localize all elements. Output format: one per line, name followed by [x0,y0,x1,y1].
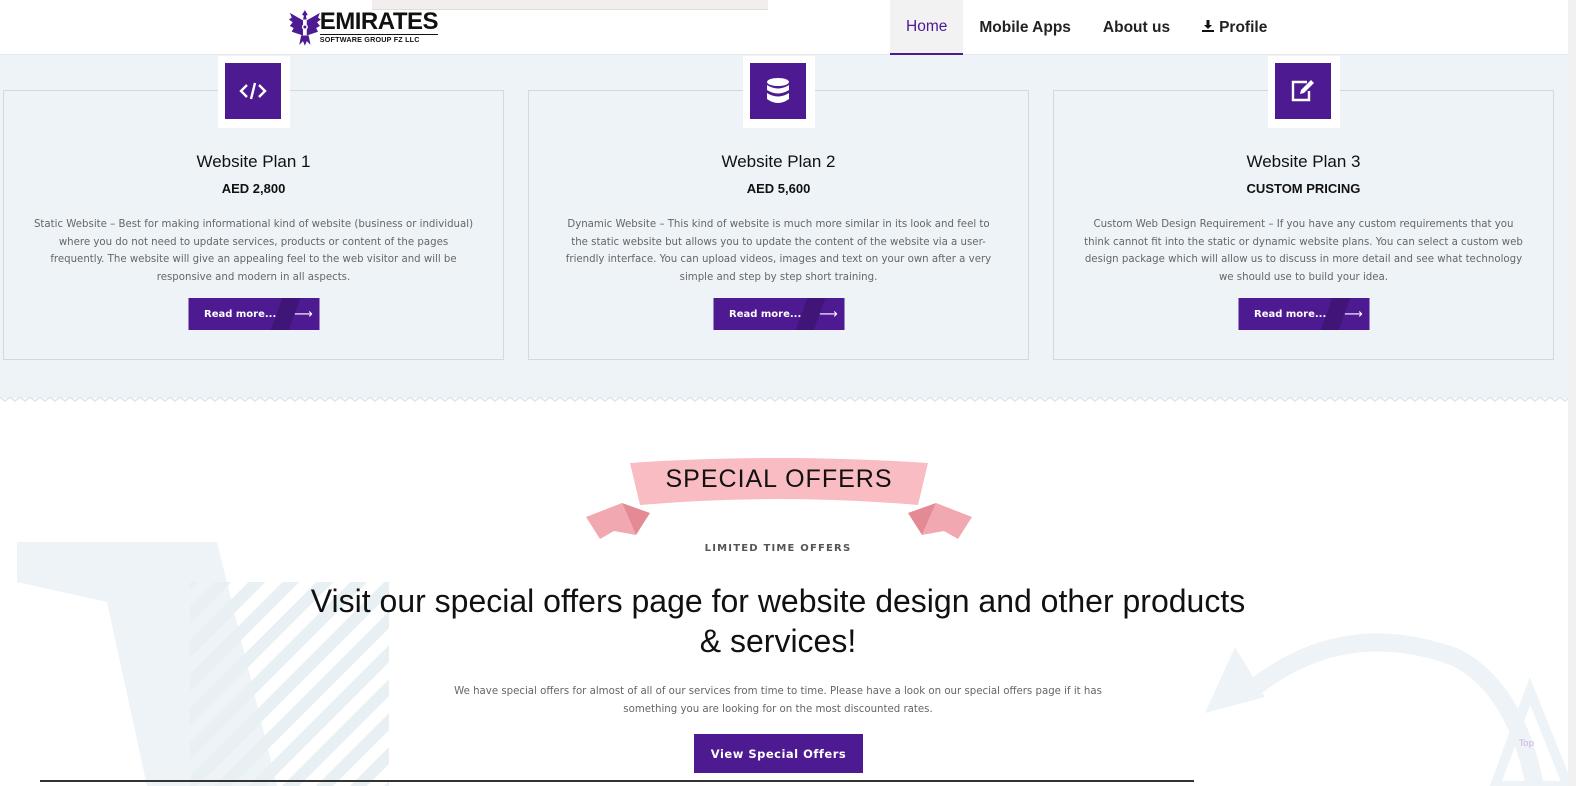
decorative-shapes-left [17,542,389,786]
plan-icon-frame [1267,56,1340,128]
plan-card: Website Plan 3 CUSTOM PRICING Custom Web… [1053,56,1554,360]
logo-subtitle: SOFTWARE GROUP FZ LLC [319,34,438,44]
read-more-button[interactable]: Read more... ⟶ [713,298,844,330]
plan-price: AED 5,600 [746,181,811,196]
read-more-button[interactable]: Read more... ⟶ [188,298,319,330]
code-icon [224,63,281,119]
view-special-offers-button[interactable]: View Special Offers [694,734,863,773]
eagle-logo-icon [288,10,321,46]
nav-item-profile[interactable]: Profile [1186,0,1283,55]
arrow-right-icon: ⟶ [1338,298,1369,330]
arrow-right-icon: ⟶ [813,298,844,330]
nav-item-about-us[interactable]: About us [1087,0,1186,55]
nav-item-label: Mobile Apps [979,18,1071,36]
footer-edge [40,780,1194,782]
read-more-button[interactable]: Read more... ⟶ [1238,298,1369,330]
zigzag-divider [0,393,1568,405]
plan-card: Website Plan 1 AED 2,800 Static Website … [3,56,504,360]
nav-item-label: Profile [1219,18,1268,36]
offers-kicker: LIMITED TIME OFFERS [704,543,852,554]
plan-card: Website Plan 2 AED 5,600 Dynamic Website… [528,56,1029,360]
read-more-label: Read more... [204,308,277,320]
arrow-right-icon: ⟶ [288,298,319,330]
download-icon [1202,20,1215,35]
nav-item-label: About us [1102,18,1171,36]
nav-item-label: Home [906,17,948,35]
read-more-label: Read more... [1254,308,1327,320]
ribbon-title: SPECIAL OFFERS [665,465,893,493]
plan-price: CUSTOM PRICING [1246,181,1361,196]
plan-description: Static Website – Best for making informa… [33,219,474,283]
nav-item-mobile-apps[interactable]: Mobile Apps [963,0,1087,55]
plan-description: Dynamic Website – This kind of website i… [565,219,992,283]
offers-body: We have special offers for almost of all… [454,686,1102,715]
plan-title: Website Plan 2 [721,152,836,171]
plan-title: Website Plan 1 [196,152,311,171]
special-offers-section: SPECIAL OFFERS LIMITED TIME OFFERS Visit… [0,405,1568,786]
back-to-top-link[interactable]: Top [1519,739,1534,749]
plan-icon-frame [217,56,290,128]
plan-price: AED 2,800 [221,181,286,196]
read-more-label: Read more... [729,308,802,320]
page-scrollbar[interactable] [1568,0,1576,786]
plan-title: Website Plan 3 [1246,152,1361,171]
offers-headline: Visit our special offers page for websit… [310,583,1246,659]
site-logo[interactable]: EMIRATES SOFTWARE GROUP FZ LLC [288,6,439,48]
edit-icon [1274,63,1331,119]
website-plans-section: Website Plan 1 AED 2,800 Static Website … [0,55,1568,398]
plan-icon-frame [742,56,815,128]
logo-brand: EMIRATES [319,8,439,36]
main-nav: Home Mobile Apps About us Profile [890,0,1283,55]
plan-description: Custom Web Design Requirement – If you h… [1084,219,1523,283]
database-icon [749,63,806,119]
site-header: EMIRATES SOFTWARE GROUP FZ LLC Home Mobi… [0,0,1568,55]
nav-item-home[interactable]: Home [890,0,964,55]
